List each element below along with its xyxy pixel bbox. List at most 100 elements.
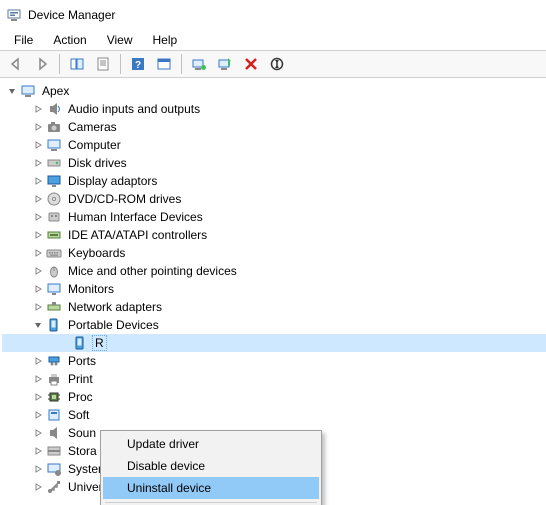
portable-device-icon xyxy=(72,335,88,351)
mouse-icon xyxy=(46,263,62,279)
chevron-right-icon[interactable] xyxy=(32,211,44,223)
tree-category[interactable]: Human Interface Devices xyxy=(2,208,546,226)
toolbar-separator xyxy=(181,54,182,74)
tree-category[interactable]: Computer xyxy=(2,136,546,154)
action-button[interactable] xyxy=(152,52,176,76)
cpu-icon xyxy=(46,389,62,405)
disk-icon xyxy=(46,155,62,171)
tree-category[interactable]: Network adapters xyxy=(2,298,546,316)
category-label: Ports xyxy=(66,354,98,368)
forward-button[interactable] xyxy=(30,52,54,76)
category-label: Computer xyxy=(66,138,123,152)
chevron-right-icon[interactable] xyxy=(32,175,44,187)
sound-icon xyxy=(46,425,62,441)
category-label: Proc xyxy=(66,390,95,404)
toolbar: ? xyxy=(0,50,546,78)
toolbar-separator xyxy=(59,54,60,74)
tree-category[interactable]: Audio inputs and outputs xyxy=(2,100,546,118)
computer-icon xyxy=(20,83,36,99)
scan-hardware-button[interactable] xyxy=(213,52,237,76)
chevron-right-icon[interactable] xyxy=(32,283,44,295)
tree-category-portable-devices[interactable]: Portable Devices xyxy=(2,316,546,334)
chevron-right-icon[interactable] xyxy=(32,229,44,241)
chevron-right-icon[interactable] xyxy=(32,265,44,277)
computer-icon xyxy=(46,137,62,153)
soft-icon xyxy=(46,407,62,423)
menu-bar: File Action View Help xyxy=(0,30,546,50)
category-label: Keyboards xyxy=(66,246,127,260)
chevron-right-icon[interactable] xyxy=(32,463,44,475)
uninstall-button[interactable] xyxy=(239,52,263,76)
chevron-right-icon[interactable] xyxy=(32,157,44,169)
chevron-right-icon[interactable] xyxy=(32,139,44,151)
tree-category[interactable]: Disk drives xyxy=(2,154,546,172)
tree-device-selected[interactable]: R xyxy=(2,334,546,352)
category-label: Cameras xyxy=(66,120,119,134)
device-label: R xyxy=(92,335,107,351)
category-label: Human Interface Devices xyxy=(66,210,205,224)
tree-root[interactable]: Apex xyxy=(2,82,546,100)
device-tree[interactable]: Apex Audio inputs and outputs Cameras Comp… xyxy=(0,78,546,505)
chevron-right-icon[interactable] xyxy=(32,409,44,421)
chevron-right-icon[interactable] xyxy=(32,121,44,133)
chevron-right-icon[interactable] xyxy=(32,103,44,115)
chevron-right-icon[interactable] xyxy=(32,481,44,493)
update-driver-button[interactable] xyxy=(187,52,211,76)
network-icon xyxy=(46,299,62,315)
tree-category[interactable]: Cameras xyxy=(2,118,546,136)
app-icon xyxy=(6,7,22,23)
menu-view[interactable]: View xyxy=(99,31,141,49)
menu-help[interactable]: Help xyxy=(145,31,186,49)
tree-category[interactable]: IDE ATA/ATAPI controllers xyxy=(2,226,546,244)
printer-icon xyxy=(46,371,62,387)
category-label: Monitors xyxy=(66,282,116,296)
help-button[interactable]: ? xyxy=(126,52,150,76)
tree-category[interactable]: Mice and other pointing devices xyxy=(2,262,546,280)
keyboard-icon xyxy=(46,245,62,261)
chevron-right-icon[interactable] xyxy=(32,301,44,313)
storage-icon xyxy=(46,443,62,459)
disable-button[interactable] xyxy=(265,52,289,76)
context-menu-item[interactable]: Disable device xyxy=(103,455,319,477)
tree-category[interactable]: Keyboards xyxy=(2,244,546,262)
context-menu-separator xyxy=(105,502,317,503)
chevron-right-icon[interactable] xyxy=(32,373,44,385)
chevron-down-icon[interactable] xyxy=(6,85,18,97)
category-label: Network adapters xyxy=(66,300,164,314)
chevron-right-icon[interactable] xyxy=(32,247,44,259)
menu-action[interactable]: Action xyxy=(45,31,94,49)
chevron-right-icon[interactable] xyxy=(32,427,44,439)
tree-category[interactable]: Display adaptors xyxy=(2,172,546,190)
tree-category[interactable]: Ports xyxy=(2,352,546,370)
hid-icon xyxy=(46,209,62,225)
properties-button[interactable] xyxy=(91,52,115,76)
context-menu-item[interactable]: Update driver xyxy=(103,433,319,455)
tree-category[interactable]: Monitors xyxy=(2,280,546,298)
chevron-right-icon[interactable] xyxy=(32,355,44,367)
chevron-right-icon[interactable] xyxy=(32,391,44,403)
tree-category[interactable]: Print xyxy=(2,370,546,388)
category-label: Audio inputs and outputs xyxy=(66,102,202,116)
category-label: Soun xyxy=(66,426,98,440)
category-label: IDE ATA/ATAPI controllers xyxy=(66,228,209,242)
chevron-down-icon[interactable] xyxy=(32,319,44,331)
chevron-right-icon[interactable] xyxy=(32,445,44,457)
audio-icon xyxy=(46,101,62,117)
back-button[interactable] xyxy=(4,52,28,76)
category-label: Print xyxy=(66,372,95,386)
category-label: Disk drives xyxy=(66,156,129,170)
tree-category[interactable]: Proc xyxy=(2,388,546,406)
display-icon xyxy=(46,173,62,189)
tree-category[interactable]: Soft xyxy=(2,406,546,424)
context-menu-item[interactable]: Uninstall device xyxy=(103,477,319,499)
title-bar: Device Manager xyxy=(0,0,546,30)
ide-icon xyxy=(46,227,62,243)
tree-category[interactable]: DVD/CD-ROM drives xyxy=(2,190,546,208)
camera-icon xyxy=(46,119,62,135)
dvd-icon xyxy=(46,191,62,207)
category-label: Portable Devices xyxy=(66,318,161,332)
menu-file[interactable]: File xyxy=(6,31,41,49)
show-hide-console-button[interactable] xyxy=(65,52,89,76)
chevron-right-icon[interactable] xyxy=(32,193,44,205)
category-label: DVD/CD-ROM drives xyxy=(66,192,183,206)
